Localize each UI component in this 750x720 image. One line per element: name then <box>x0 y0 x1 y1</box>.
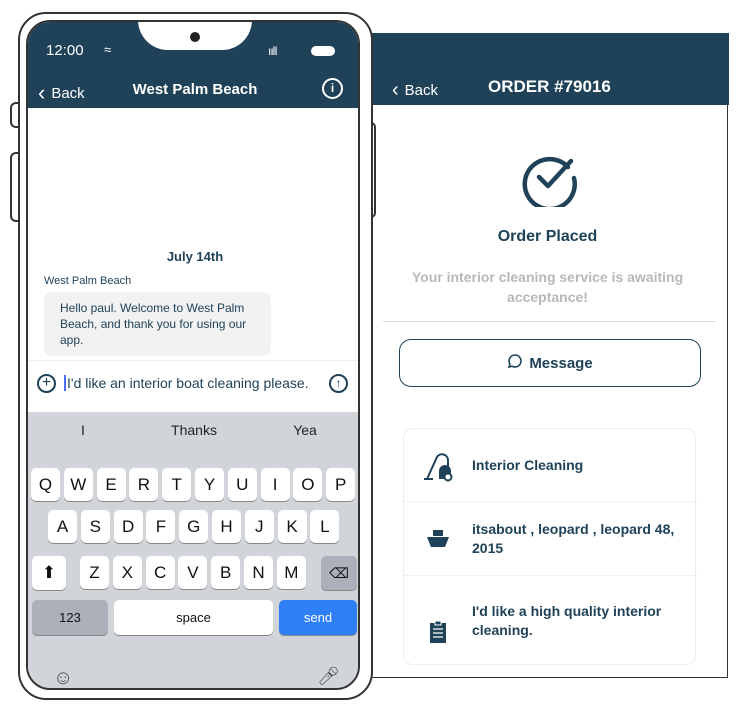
order-subtitle: Your interior cleaning service is awaiti… <box>411 269 684 305</box>
microphone-icon[interactable]: 🎤︎ <box>317 666 340 687</box>
order-header: ‹ Back ORDER #79016 <box>366 33 729 105</box>
key-p[interactable]: P <box>326 468 356 501</box>
vacuum-icon <box>404 448 472 482</box>
add-icon[interactable]: + <box>37 374 56 393</box>
order-details-card: Interior Cleaning itsabout , leopard , l… <box>403 428 697 665</box>
emoji-icon[interactable]: ☺ <box>53 667 73 688</box>
key-v[interactable]: V <box>178 556 208 589</box>
divider <box>383 321 716 322</box>
key-l[interactable]: L <box>310 510 340 543</box>
detail-row: Interior Cleaning <box>404 429 697 502</box>
numbers-key[interactable]: 123 <box>32 600 108 635</box>
space-key[interactable]: space <box>114 600 273 635</box>
backspace-icon: ⌫ <box>329 564 349 581</box>
detail-row: itsabout , leopard , leopard 48, 2015 <box>404 502 697 576</box>
key-q[interactable]: Q <box>31 468 60 501</box>
send-key[interactable]: send <box>279 600 357 635</box>
shift-icon: ⬆ <box>41 563 57 582</box>
key-s[interactable]: S <box>80 510 110 543</box>
key-n[interactable]: N <box>244 556 273 589</box>
key-f[interactable]: F <box>146 510 176 543</box>
order-status: Order Placed <box>497 228 598 245</box>
key-m[interactable]: M <box>276 556 306 589</box>
suggestion[interactable]: I <box>28 422 138 438</box>
key-j[interactable]: J <box>244 510 274 543</box>
key-u[interactable]: U <box>227 468 257 501</box>
backspace-key[interactable]: ⌫ <box>321 556 357 590</box>
camera-icon <box>190 32 200 42</box>
battery-icon <box>311 46 335 56</box>
message-bubble: Hello paul. Welcome to West Palm Beach, … <box>44 292 271 356</box>
detail-row: I'd like a high quality interior cleanin… <box>404 576 697 665</box>
status-time: 12:00 <box>46 42 84 59</box>
chat-header: 12:00 ≈ ıılI ‹ Back West Palm Beach i <box>28 22 358 108</box>
shift-key[interactable]: ⬆ <box>32 556 66 590</box>
order-title: ORDER #79016 <box>488 77 611 96</box>
key-d[interactable]: D <box>113 510 143 543</box>
key-o[interactable]: O <box>293 468 323 501</box>
key-c[interactable]: C <box>145 556 175 589</box>
key-z[interactable]: Z <box>80 556 109 589</box>
clipboard-icon <box>404 598 472 644</box>
chat-bubble-icon <box>507 353 523 373</box>
key-h[interactable]: H <box>212 510 241 543</box>
chat-date: July 14th <box>166 249 224 264</box>
message-sender: West Palm Beach <box>44 275 132 287</box>
suggestion[interactable]: Thanks <box>139 422 249 438</box>
key-g[interactable]: G <box>179 510 209 543</box>
info-icon[interactable]: i <box>322 78 343 99</box>
key-r[interactable]: R <box>129 468 159 501</box>
key-b[interactable]: B <box>211 556 241 589</box>
boat-icon <box>404 528 472 550</box>
key-w[interactable]: W <box>63 468 93 501</box>
chevron-left-icon: ‹ <box>392 79 399 101</box>
signal-icon: ıılI <box>268 44 278 58</box>
key-a[interactable]: A <box>48 510 77 543</box>
key-x[interactable]: X <box>112 556 142 589</box>
message-input[interactable]: I'd like an interior boat cleaning pleas… <box>64 375 309 391</box>
divider <box>28 360 358 361</box>
check-circle-icon <box>522 156 577 207</box>
message-button[interactable]: Message <box>399 339 701 387</box>
key-k[interactable]: K <box>277 510 307 543</box>
order-panel: ‹ Back ORDER #79016 Order Placed Your int… <box>365 33 729 678</box>
chat-title: West Palm Beach <box>132 81 258 98</box>
suggestion[interactable]: Yea <box>250 422 358 438</box>
key-y[interactable]: Y <box>195 468 224 501</box>
key-e[interactable]: E <box>96 468 126 501</box>
wifi-icon: ≈ <box>104 42 112 57</box>
send-arrow-icon[interactable]: ↑ <box>329 374 348 393</box>
back-button[interactable]: ‹ Back <box>392 79 438 102</box>
key-t[interactable]: T <box>162 468 192 501</box>
key-i[interactable]: I <box>260 468 290 501</box>
chat-screen: 12:00 ≈ ıılI ‹ Back West Palm Beach i Jul… <box>26 20 360 690</box>
keyboard: I Thanks Yea QWERTYUIOPASDFGHJKLZXCVBNM … <box>28 412 358 688</box>
